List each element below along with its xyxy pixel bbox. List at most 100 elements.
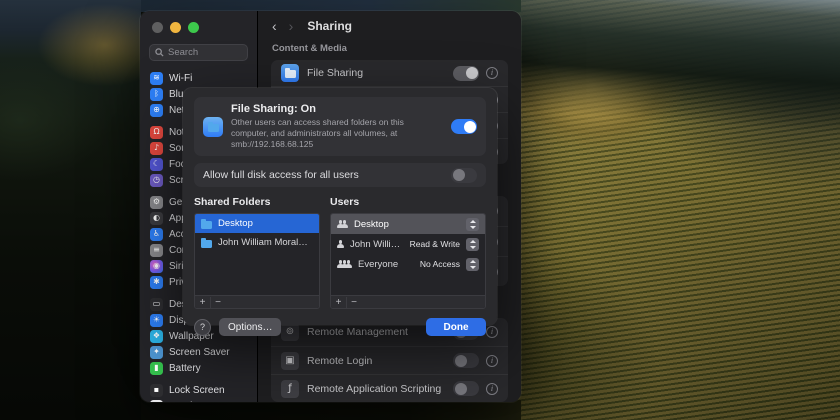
- sidebar-item-lock-screen[interactable]: ▪ Lock Screen: [140, 382, 257, 398]
- info-icon[interactable]: i: [486, 383, 498, 395]
- search-icon: [155, 48, 164, 57]
- users-header: Users: [330, 196, 486, 208]
- user-row-desktop[interactable]: Desktop: [331, 214, 485, 234]
- sidebar-item-touch-id[interactable]: ◉Touch ID & Password: [140, 398, 257, 402]
- shared-folders-list: Desktop John William Morales's Publ… + −: [194, 213, 320, 309]
- bell-icon: Ω: [150, 126, 163, 139]
- folder-icon: [201, 221, 212, 229]
- file-sharing-on-toggle[interactable]: [451, 119, 477, 134]
- accessibility-icon: ♿: [150, 228, 163, 241]
- sun-icon: ☀: [150, 314, 163, 327]
- user-row-everyone[interactable]: Everyone No Access: [331, 254, 485, 274]
- user-row-john[interactable]: John William… Read & Write: [331, 234, 485, 254]
- row-label: Remote Login: [307, 355, 372, 367]
- wallpaper-forest-left: [0, 0, 141, 420]
- wallpaper-vineyard-right: [488, 0, 840, 420]
- lock-icon: ▪: [150, 384, 163, 397]
- remove-user-button[interactable]: −: [346, 297, 361, 308]
- network-icon: ⊕: [150, 104, 163, 117]
- user-name: Everyone: [358, 259, 414, 270]
- help-button[interactable]: ?: [194, 319, 211, 336]
- siri-icon: ◉: [150, 260, 163, 273]
- remove-folder-button[interactable]: −: [210, 297, 225, 308]
- titlebar: ‹ › Sharing: [258, 11, 521, 41]
- wallpaper-icon: ❖: [150, 330, 163, 343]
- control-center-icon: ≡: [150, 244, 163, 257]
- sidebar-item-label: Touch ID & Password: [169, 401, 265, 403]
- done-button[interactable]: Done: [426, 318, 486, 336]
- full-disk-access-toggle[interactable]: [451, 168, 477, 183]
- folder-name: Desktop: [218, 218, 313, 229]
- permission-label: Read & Write: [410, 239, 460, 249]
- dialog-footer: ? Options… Done: [194, 318, 486, 336]
- shared-folder-row-desktop[interactable]: Desktop: [195, 214, 319, 233]
- minimize-button[interactable]: [170, 22, 181, 33]
- fingerprint-icon: ◉: [150, 400, 163, 403]
- sidebar-item-label: Screen Saver: [169, 347, 230, 358]
- moon-icon: ☾: [150, 158, 163, 171]
- file-sharing-toggle[interactable]: [453, 66, 479, 81]
- three-person-icon: [337, 260, 352, 268]
- screen-saver-icon: ✦: [150, 346, 163, 359]
- sidebar-item-screen-saver[interactable]: ✦ Screen Saver: [140, 344, 257, 360]
- permission-stepper[interactable]: [466, 238, 479, 251]
- file-sharing-icon: [203, 117, 223, 137]
- full-disk-access-label: Allow full disk access for all users: [203, 169, 359, 181]
- two-person-icon: [337, 220, 348, 228]
- remote-login-toggle[interactable]: [453, 353, 479, 368]
- remote-app-scripting-toggle[interactable]: [453, 381, 479, 396]
- person-icon: [337, 240, 344, 248]
- row-label: Remote Application Scripting: [307, 383, 441, 395]
- user-name: Desktop: [354, 219, 454, 230]
- list-headers: Shared Folders Users: [194, 196, 486, 208]
- dialog-title: File Sharing: On: [231, 103, 443, 115]
- zoom-button[interactable]: [188, 22, 199, 33]
- dock-icon: ▭: [150, 298, 163, 311]
- remote-app-scripting-icon: ƒ: [281, 380, 299, 398]
- file-sharing-dialog: File Sharing: On Other users can access …: [183, 88, 497, 325]
- file-sharing-status-card: File Sharing: On Other users can access …: [194, 97, 486, 156]
- permission-label: No Access: [420, 259, 460, 269]
- shared-folder-row-public[interactable]: John William Morales's Publ…: [195, 233, 319, 252]
- desktop: Search ≋Wi-Fi ᛒBluetooth ⊕Network ΩNotif…: [0, 0, 840, 420]
- sidebar-item-wifi[interactable]: ≋ Wi-Fi: [140, 70, 257, 86]
- info-icon[interactable]: i: [486, 355, 498, 367]
- info-icon[interactable]: i: [486, 67, 498, 79]
- permission-stepper[interactable]: [466, 258, 479, 271]
- forward-chevron-icon[interactable]: ›: [289, 19, 294, 33]
- bluetooth-icon: ᛒ: [150, 88, 163, 101]
- back-chevron-icon[interactable]: ‹: [272, 19, 277, 33]
- hourglass-icon: ◷: [150, 174, 163, 187]
- permission-stepper[interactable]: [466, 218, 479, 231]
- battery-icon: ▮: [150, 362, 163, 375]
- speaker-icon: ♪: [150, 142, 163, 155]
- privacy-hand-icon: ✱: [150, 276, 163, 289]
- user-name: John William…: [350, 239, 404, 250]
- options-button[interactable]: Options…: [219, 318, 281, 336]
- remote-app-scripting-row[interactable]: ƒ Remote Application Scripting i: [271, 374, 508, 402]
- wallpaper-bottom-strip: [141, 400, 521, 420]
- add-folder-button[interactable]: +: [195, 297, 210, 308]
- add-user-button[interactable]: +: [331, 297, 346, 308]
- shared-folders-header: Shared Folders: [194, 196, 330, 208]
- sidebar-item-battery[interactable]: ▮ Battery: [140, 360, 257, 376]
- wifi-icon: ≋: [150, 72, 163, 85]
- folder-icon: [201, 240, 212, 248]
- search-input[interactable]: Search: [149, 44, 248, 61]
- info-icon[interactable]: i: [486, 326, 498, 338]
- search-placeholder: Search: [168, 47, 198, 58]
- dialog-description: Other users can access shared folders on…: [231, 117, 443, 150]
- sidebar-item-label: Lock Screen: [169, 385, 225, 396]
- page-title: Sharing: [307, 19, 352, 33]
- window-controls: [140, 19, 257, 33]
- file-sharing-icon: [281, 64, 299, 82]
- full-disk-access-card: Allow full disk access for all users: [194, 163, 486, 187]
- remote-login-icon: ▣: [281, 352, 299, 370]
- remote-login-row[interactable]: ▣ Remote Login i: [271, 346, 508, 374]
- users-toolbar: + −: [331, 295, 485, 308]
- sidebar-item-label: Battery: [169, 363, 201, 374]
- sidebar-item-label: Wi-Fi: [169, 73, 192, 84]
- file-sharing-row[interactable]: File Sharing i: [271, 60, 508, 86]
- close-button[interactable]: [152, 22, 163, 33]
- gear-icon: ⚙: [150, 196, 163, 209]
